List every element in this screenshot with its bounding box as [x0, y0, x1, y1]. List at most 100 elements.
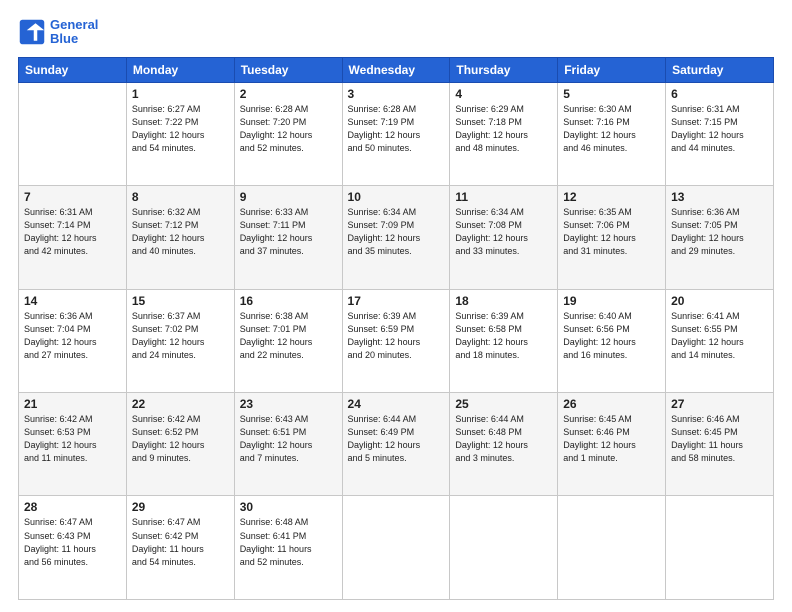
- calendar-day-header: Saturday: [666, 57, 774, 82]
- day-number: 11: [455, 190, 552, 204]
- calendar-cell: [342, 496, 450, 600]
- calendar-cell: 4Sunrise: 6:29 AM Sunset: 7:18 PM Daylig…: [450, 82, 558, 185]
- calendar-day-header: Wednesday: [342, 57, 450, 82]
- calendar-cell: 29 Sunrise: 6:47 AM Sunset: 6:42 PM Dayli…: [126, 496, 234, 600]
- calendar-cell: 3 Sunrise: 6:28 AM Sunset: 7:19 PM Daylig…: [342, 82, 450, 185]
- day-info: Sunrise: 6:38 AM Sunset: 7:01 PM Dayligh…: [240, 310, 337, 362]
- day-number: 3: [348, 87, 445, 101]
- calendar-cell: [19, 82, 127, 185]
- day-info: Sunrise: 6:28 AM Sunset: 7:20 PM Dayligh…: [240, 103, 337, 155]
- calendar-cell: 9Sunrise: 6:33 AM Sunset: 7:11 PM Daylig…: [234, 186, 342, 289]
- day-number: 13: [671, 190, 768, 204]
- calendar-cell: 16 Sunrise: 6:38 AM Sunset: 7:01 PM Dayli…: [234, 289, 342, 392]
- day-number: 12: [563, 190, 660, 204]
- calendar-week-row: 28 Sunrise: 6:47 AM Sunset: 6:43 PM Dayli…: [19, 496, 774, 600]
- calendar-cell: 25 Sunrise: 6:44 AM Sunset: 6:48 PM Dayli…: [450, 393, 558, 496]
- day-number: 27: [671, 397, 768, 411]
- calendar-cell: 11 Sunrise: 6:34 AM Sunset: 7:08 PM Dayli…: [450, 186, 558, 289]
- calendar-cell: 1 Sunrise: 6:27 AM Sunset: 7:22 PM Daylig…: [126, 82, 234, 185]
- day-number: 16: [240, 294, 337, 308]
- calendar-cell: 17 Sunrise: 6:39 AM Sunset: 6:59 PM Dayli…: [342, 289, 450, 392]
- logo-text: General Blue: [50, 18, 98, 47]
- calendar-header-row: SundayMondayTuesdayWednesdayThursdayFrid…: [19, 57, 774, 82]
- day-info: Sunrise: 6:35 AM Sunset: 7:06 PM Dayligh…: [563, 206, 660, 258]
- day-number: 6: [671, 87, 768, 101]
- day-info: Sunrise: 6:45 AM Sunset: 6:46 PM Dayligh…: [563, 413, 660, 465]
- calendar-day-header: Monday: [126, 57, 234, 82]
- day-info: Sunrise: 6:27 AM Sunset: 7:22 PM Dayligh…: [132, 103, 229, 155]
- day-info: Sunrise: 6:44 AM Sunset: 6:49 PM Dayligh…: [348, 413, 445, 465]
- calendar-cell: [450, 496, 558, 600]
- day-info: Sunrise: 6:32 AM Sunset: 7:12 PM Dayligh…: [132, 206, 229, 258]
- day-number: 5: [563, 87, 660, 101]
- calendar-week-row: 7Sunrise: 6:31 AM Sunset: 7:14 PM Daylig…: [19, 186, 774, 289]
- calendar-week-row: 1 Sunrise: 6:27 AM Sunset: 7:22 PM Daylig…: [19, 82, 774, 185]
- calendar-cell: 13 Sunrise: 6:36 AM Sunset: 7:05 PM Dayli…: [666, 186, 774, 289]
- calendar-day-header: Sunday: [19, 57, 127, 82]
- calendar-cell: 6Sunrise: 6:31 AM Sunset: 7:15 PM Daylig…: [666, 82, 774, 185]
- day-info: Sunrise: 6:37 AM Sunset: 7:02 PM Dayligh…: [132, 310, 229, 362]
- calendar-day-header: Thursday: [450, 57, 558, 82]
- day-number: 25: [455, 397, 552, 411]
- calendar-day-header: Tuesday: [234, 57, 342, 82]
- calendar-cell: 15 Sunrise: 6:37 AM Sunset: 7:02 PM Dayli…: [126, 289, 234, 392]
- calendar-cell: 27 Sunrise: 6:46 AM Sunset: 6:45 PM Dayli…: [666, 393, 774, 496]
- calendar-week-row: 21Sunrise: 6:42 AM Sunset: 6:53 PM Dayli…: [19, 393, 774, 496]
- calendar-cell: 5Sunrise: 6:30 AM Sunset: 7:16 PM Daylig…: [558, 82, 666, 185]
- day-info: Sunrise: 6:46 AM Sunset: 6:45 PM Dayligh…: [671, 413, 768, 465]
- calendar-cell: 10Sunrise: 6:34 AM Sunset: 7:09 PM Dayli…: [342, 186, 450, 289]
- day-number: 17: [348, 294, 445, 308]
- day-number: 7: [24, 190, 121, 204]
- day-number: 20: [671, 294, 768, 308]
- calendar-day-header: Friday: [558, 57, 666, 82]
- calendar-cell: 12 Sunrise: 6:35 AM Sunset: 7:06 PM Dayli…: [558, 186, 666, 289]
- calendar-cell: [558, 496, 666, 600]
- day-info: Sunrise: 6:43 AM Sunset: 6:51 PM Dayligh…: [240, 413, 337, 465]
- calendar-cell: 26 Sunrise: 6:45 AM Sunset: 6:46 PM Dayli…: [558, 393, 666, 496]
- day-number: 22: [132, 397, 229, 411]
- day-number: 19: [563, 294, 660, 308]
- calendar-cell: 21Sunrise: 6:42 AM Sunset: 6:53 PM Dayli…: [19, 393, 127, 496]
- calendar-cell: 24Sunrise: 6:44 AM Sunset: 6:49 PM Dayli…: [342, 393, 450, 496]
- logo-icon: [18, 18, 46, 46]
- day-number: 1: [132, 87, 229, 101]
- day-info: Sunrise: 6:48 AM Sunset: 6:41 PM Dayligh…: [240, 516, 337, 568]
- day-info: Sunrise: 6:39 AM Sunset: 6:59 PM Dayligh…: [348, 310, 445, 362]
- day-number: 26: [563, 397, 660, 411]
- day-info: Sunrise: 6:36 AM Sunset: 7:05 PM Dayligh…: [671, 206, 768, 258]
- day-number: 2: [240, 87, 337, 101]
- day-info: Sunrise: 6:41 AM Sunset: 6:55 PM Dayligh…: [671, 310, 768, 362]
- day-info: Sunrise: 6:34 AM Sunset: 7:09 PM Dayligh…: [348, 206, 445, 258]
- calendar-cell: 30 Sunrise: 6:48 AM Sunset: 6:41 PM Dayli…: [234, 496, 342, 600]
- calendar-cell: 8 Sunrise: 6:32 AM Sunset: 7:12 PM Daylig…: [126, 186, 234, 289]
- day-info: Sunrise: 6:42 AM Sunset: 6:52 PM Dayligh…: [132, 413, 229, 465]
- day-number: 18: [455, 294, 552, 308]
- day-number: 8: [132, 190, 229, 204]
- day-number: 30: [240, 500, 337, 514]
- day-info: Sunrise: 6:47 AM Sunset: 6:43 PM Dayligh…: [24, 516, 121, 568]
- day-info: Sunrise: 6:47 AM Sunset: 6:42 PM Dayligh…: [132, 516, 229, 568]
- day-number: 9: [240, 190, 337, 204]
- day-number: 14: [24, 294, 121, 308]
- calendar-cell: [666, 496, 774, 600]
- page: General Blue SundayMondayTuesdayWednesda…: [0, 0, 792, 612]
- calendar-cell: 14Sunrise: 6:36 AM Sunset: 7:04 PM Dayli…: [19, 289, 127, 392]
- day-number: 28: [24, 500, 121, 514]
- logo: General Blue: [18, 18, 98, 47]
- calendar-cell: 19 Sunrise: 6:40 AM Sunset: 6:56 PM Dayli…: [558, 289, 666, 392]
- day-number: 29: [132, 500, 229, 514]
- day-info: Sunrise: 6:34 AM Sunset: 7:08 PM Dayligh…: [455, 206, 552, 258]
- calendar-cell: 20 Sunrise: 6:41 AM Sunset: 6:55 PM Dayli…: [666, 289, 774, 392]
- day-info: Sunrise: 6:28 AM Sunset: 7:19 PM Dayligh…: [348, 103, 445, 155]
- day-number: 23: [240, 397, 337, 411]
- day-info: Sunrise: 6:42 AM Sunset: 6:53 PM Dayligh…: [24, 413, 121, 465]
- calendar-table: SundayMondayTuesdayWednesdayThursdayFrid…: [18, 57, 774, 600]
- day-number: 15: [132, 294, 229, 308]
- day-info: Sunrise: 6:40 AM Sunset: 6:56 PM Dayligh…: [563, 310, 660, 362]
- day-info: Sunrise: 6:44 AM Sunset: 6:48 PM Dayligh…: [455, 413, 552, 465]
- day-info: Sunrise: 6:39 AM Sunset: 6:58 PM Dayligh…: [455, 310, 552, 362]
- calendar-cell: 2 Sunrise: 6:28 AM Sunset: 7:20 PM Daylig…: [234, 82, 342, 185]
- calendar-week-row: 14Sunrise: 6:36 AM Sunset: 7:04 PM Dayli…: [19, 289, 774, 392]
- calendar-cell: 28 Sunrise: 6:47 AM Sunset: 6:43 PM Dayli…: [19, 496, 127, 600]
- header: General Blue: [18, 18, 774, 47]
